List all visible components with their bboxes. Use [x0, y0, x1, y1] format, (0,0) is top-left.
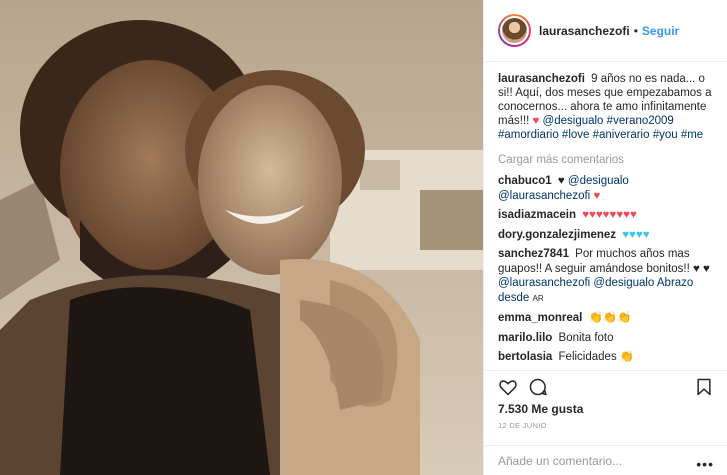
separator-dot: • [633, 23, 638, 38]
red-heart-icon: ♥ [593, 189, 601, 202]
avatar[interactable] [498, 14, 531, 47]
caption-mention[interactable]: @desigualo [543, 115, 604, 127]
blue-hearts-icon: ♥♥♥♥ [622, 228, 650, 241]
red-hearts-icon: ♥♥♥♥♥♥♥♥ [582, 209, 637, 221]
comment-username[interactable]: emma_monreal [498, 312, 582, 324]
post-header: laurasanchezofi • Seguir [484, 0, 727, 62]
caption: laurasanchezofi 9 años no es nada... o s… [498, 72, 713, 142]
instagram-post: laurasanchezofi • Seguir laurasanchezofi… [0, 0, 727, 475]
load-more-comments-button[interactable]: Cargar más comentarios [498, 154, 713, 166]
comment-username[interactable]: sanchez7841 [498, 248, 569, 260]
clapping-hands-icon: 👏👏👏 [588, 312, 632, 324]
comment-username[interactable]: dory.gonzalezjimenez [498, 229, 616, 241]
post-side-panel: laurasanchezofi • Seguir laurasanchezofi… [483, 0, 727, 475]
action-bar [484, 370, 727, 400]
black-heart-icon: ♥ ♥ [693, 262, 710, 275]
post-photo[interactable] [0, 0, 483, 475]
comment-item: chabuco1 ♥ @desigualo @laurasanchezofi ♥ [498, 174, 713, 203]
comment-text: Bonita foto [558, 331, 614, 344]
comment-icon[interactable] [528, 377, 548, 397]
comment-input[interactable] [498, 453, 693, 468]
comment-item: isadiazmacein ♥♥♥♥♥♥♥♥ [498, 208, 713, 223]
comment-item: marilo.lilo Bonita foto [498, 331, 713, 346]
comment-item: emma_monreal 👏👏👏 [498, 311, 713, 326]
comment-item: sanchez7841 Por muchos años mas guapos!!… [498, 247, 713, 306]
caption-username[interactable]: laurasanchezofi [498, 73, 585, 85]
post-author-username[interactable]: laurasanchezofi [539, 24, 630, 38]
comment-item: dory.gonzalezjimenez ♥♥♥♥ [498, 228, 713, 243]
red-heart-icon: ♥ [532, 115, 540, 127]
follow-button[interactable]: Seguir [642, 24, 679, 38]
comment-mentions[interactable]: @laurasanchezofi @desigualo Abrazo desde [498, 277, 693, 304]
more-options-icon[interactable]: ••• [696, 456, 714, 472]
comment-username[interactable]: marilo.lilo [498, 332, 552, 344]
comment-username[interactable]: isadiazmacein [498, 209, 576, 221]
likes-count[interactable]: 7.530 Me gusta [498, 402, 583, 416]
add-comment-bar: ••• [484, 445, 727, 475]
comment-username[interactable]: bertolasia [498, 351, 552, 363]
comment-item: bertolasia Felicidades 👏 [498, 350, 713, 364]
couple-photo [0, 0, 483, 475]
comment-username[interactable]: chabuco1 [498, 175, 552, 187]
comments-section: laurasanchezofi 9 años no es nada... o s… [484, 62, 727, 364]
flag-tag: AR [532, 293, 544, 303]
post-date: 12 DE JUNIO [498, 421, 547, 430]
heart-icon[interactable] [498, 377, 518, 397]
black-heart-icon: ♥ [557, 175, 565, 187]
clapping-hands-icon: 👏 [619, 351, 635, 363]
avatar-image [500, 16, 529, 45]
bookmark-icon[interactable] [694, 377, 714, 397]
comment-text: Felicidades [558, 351, 617, 363]
